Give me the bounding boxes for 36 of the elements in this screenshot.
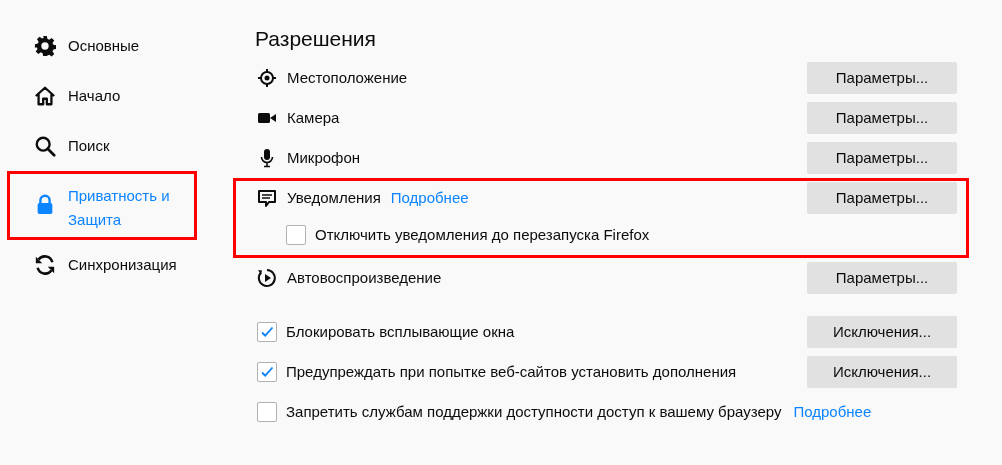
checkbox-label: Отключить уведомления до перезапуска Firefox — [315, 224, 650, 245]
permission-label: Автовоспроизведение — [287, 267, 442, 288]
settings-button[interactable]: Исключения... — [807, 316, 957, 348]
settings-button[interactable]: Параметры... — [807, 62, 957, 94]
search-icon — [34, 135, 56, 157]
play-icon — [257, 268, 277, 288]
sidebar-item[interactable]: Начало — [34, 79, 198, 113]
chat-bubble-icon — [257, 188, 277, 208]
settings-button[interactable]: Параметры... — [807, 182, 957, 214]
checkbox[interactable] — [257, 322, 277, 342]
checkbox[interactable] — [286, 225, 306, 245]
checkbox[interactable] — [257, 362, 277, 382]
section-heading: Разрешения — [255, 26, 377, 52]
sidebar-item[interactable]: Синхронизация — [34, 248, 198, 282]
checkmark-icon — [260, 325, 274, 339]
permission-label: Местоположение — [287, 67, 408, 88]
settings-button[interactable]: Параметры... — [807, 142, 957, 174]
checkbox-label: Запретить службам поддержки доступности доступ к вашему браузеру — [286, 401, 782, 422]
checkbox[interactable] — [257, 402, 277, 422]
checkbox-label: Блокировать всплывающие окна — [286, 321, 515, 342]
permission-label: Микрофон — [287, 147, 361, 168]
location-icon — [257, 68, 277, 88]
sync-icon — [34, 254, 56, 276]
settings-button[interactable]: Параметры... — [807, 262, 957, 294]
checkmark-icon — [260, 365, 274, 379]
permission-label: Камера — [287, 107, 340, 128]
sidebar-item[interactable]: Поиск — [34, 129, 198, 163]
learn-more-link[interactable]: Подробнее — [390, 188, 469, 206]
gear-icon — [34, 35, 56, 57]
permission-label: Уведомления — [287, 187, 381, 208]
home-icon — [34, 85, 56, 107]
sidebar-item[interactable]: Основные — [34, 29, 198, 63]
settings-button[interactable]: Исключения... — [807, 356, 957, 388]
learn-more-link[interactable]: Подробнее — [793, 402, 872, 420]
checkbox-label: Предупреждать при попытке веб-сайтов установить дополнения — [286, 361, 737, 382]
settings-button[interactable]: Параметры... — [807, 102, 957, 134]
